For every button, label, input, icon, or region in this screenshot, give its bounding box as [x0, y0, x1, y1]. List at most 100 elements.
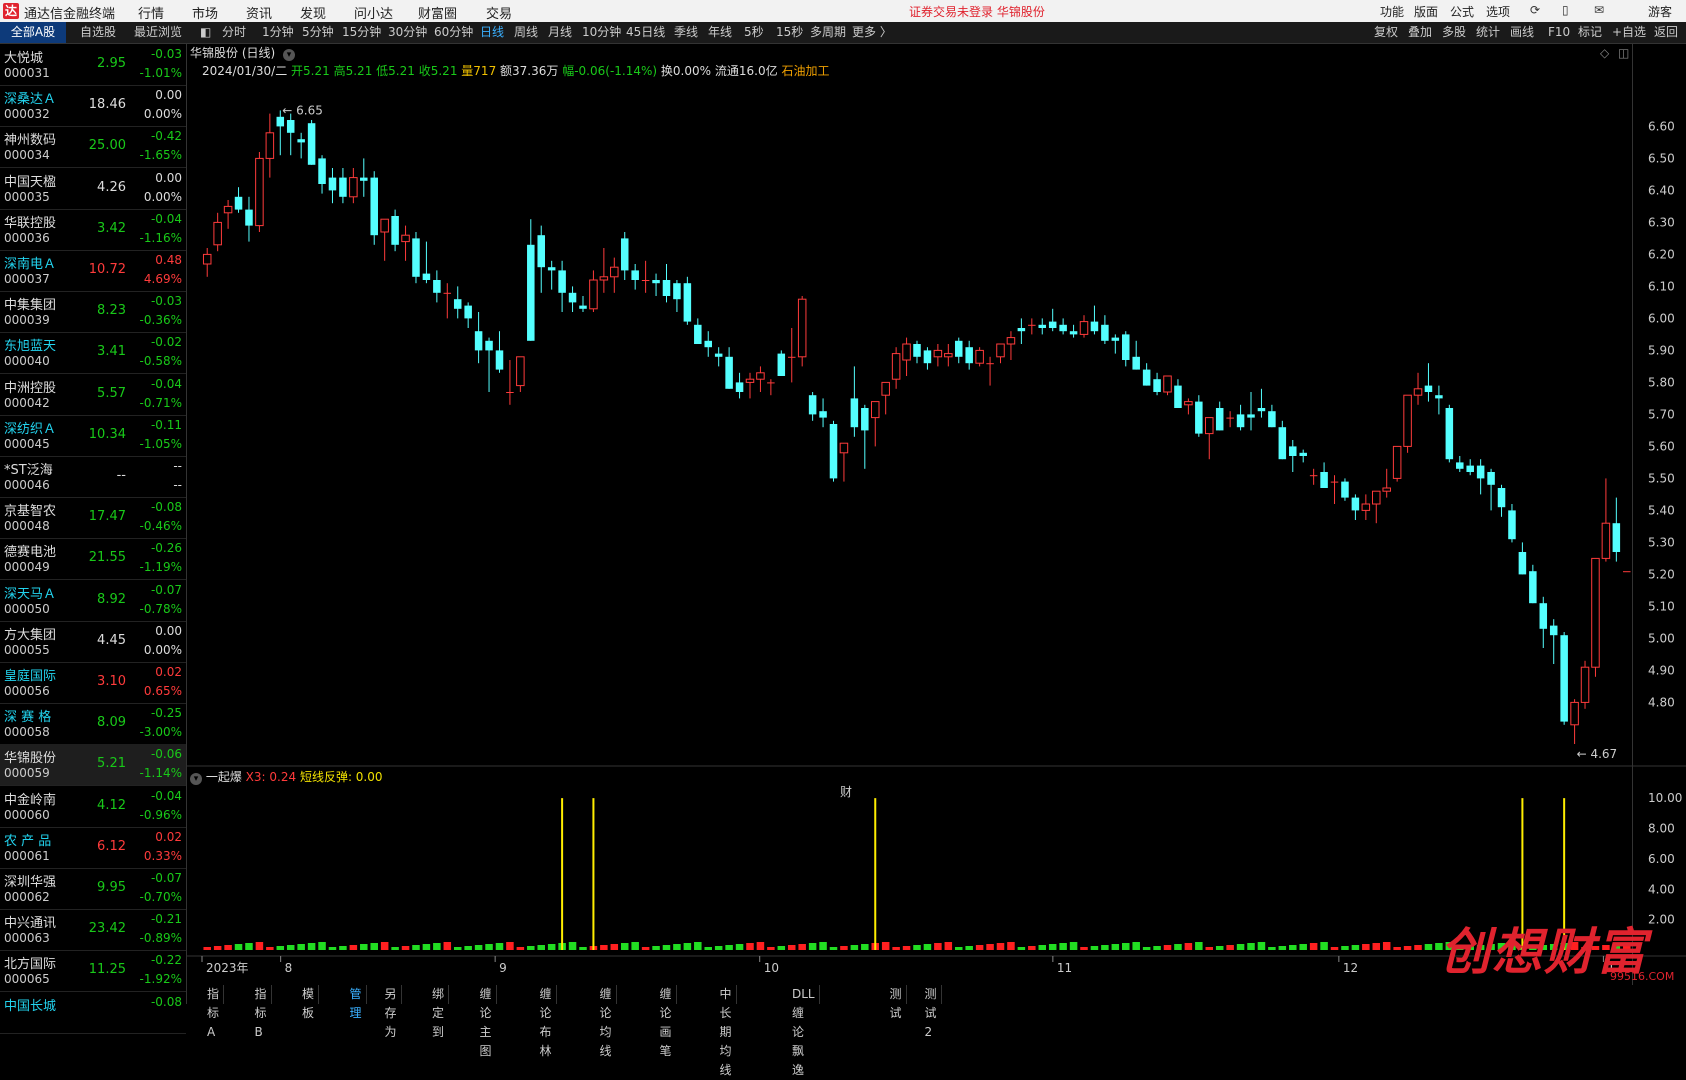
menu-wenxiaoda[interactable]: 问小达 [354, 3, 393, 22]
period-15min[interactable]: 15分钟 [342, 22, 381, 43]
stock-row[interactable]: 深桑达Ａ 000032 18.46 0.00 0.00% [0, 85, 186, 128]
stock-row[interactable]: 中集集团 000039 8.23 -0.03 -0.36% [0, 291, 186, 334]
menu-zixun[interactable]: 资讯 [246, 3, 272, 22]
stock-row[interactable]: 中国天楹 000035 4.26 0.00 0.00% [0, 168, 186, 210]
tab-all-a-shares[interactable]: 全部A股 [0, 22, 66, 43]
stock-row[interactable]: 中洲控股 000042 5.57 -0.04 -0.71% [0, 374, 186, 416]
bottom-tab[interactable]: 缠论布林 [536, 985, 557, 1058]
tool-biaoji[interactable]: 标记 [1578, 22, 1602, 43]
period-yearly[interactable]: 年线 [708, 22, 732, 43]
stock-row[interactable]: 北方国际 000065 11.25 -0.22 -1.92% [0, 950, 186, 993]
stock-row[interactable]: 深 赛 格 000058 8.09 -0.25 -3.00% [0, 703, 186, 746]
tool-diejia[interactable]: 叠加 [1408, 22, 1432, 43]
stock-name: 中国长城 [4, 998, 57, 1014]
period-multi[interactable]: 多周期 [810, 22, 846, 43]
menu-hangqing[interactable]: 行情 [138, 3, 164, 22]
candle-body [1101, 324, 1109, 341]
chevron-down-icon[interactable]: ▾ [190, 773, 202, 785]
stock-row[interactable]: 农 产 品 000061 6.12 0.02 0.33% [0, 827, 186, 869]
tab-watchlist[interactable]: 自选股 [70, 22, 126, 43]
indicator-bar [725, 945, 733, 950]
indicator-bar [1236, 944, 1245, 950]
period-5min[interactable]: 5分钟 [302, 22, 334, 43]
bottom-tab[interactable]: 测试 [886, 985, 907, 1020]
stock-row[interactable]: 东旭蓝天 000040 3.41 -0.02 -0.58% [0, 332, 186, 375]
bottom-tab[interactable]: 管理 [346, 985, 367, 1020]
quote-sector[interactable]: 石油加工 [781, 64, 829, 78]
stock-percent: -3.00% [139, 725, 182, 740]
period-10min[interactable]: 10分钟 [582, 22, 621, 43]
stock-row[interactable]: 深天马Ａ 000050 8.92 -0.07 -0.78% [0, 580, 186, 622]
bottom-tab[interactable]: 中长期均线 [716, 985, 737, 1077]
period-60min[interactable]: 60分钟 [434, 22, 473, 43]
stock-row[interactable]: 皇庭国际 000056 3.10 0.02 0.65% [0, 662, 186, 704]
tool-add-watchlist[interactable]: +自选 [1612, 22, 1646, 43]
stock-row[interactable]: 深纺织Ａ 000045 10.34 -0.11 -1.05% [0, 415, 186, 457]
stock-row[interactable]: 中国长城 -0.08 [0, 992, 186, 1034]
stock-row[interactable]: *ST泛海 000046 -- -- -- [0, 456, 186, 498]
panel-toggle-icon[interactable]: ◧ [200, 22, 211, 43]
bottom-tab[interactable]: 缠论主图 [476, 985, 497, 1058]
kline-chart[interactable]: 6.60 6.50 6.40 6.30 6.20 6.10 6.00 5.90 5.80 5.70… [186, 44, 1686, 985]
period-1min[interactable]: 1分钟 [262, 22, 294, 43]
mail-icon[interactable]: ✉ [1594, 3, 1604, 17]
tool-f10[interactable]: F10 [1548, 22, 1570, 43]
stock-row[interactable]: 方大集团 000055 4.45 0.00 0.00% [0, 621, 186, 663]
period-5sec[interactable]: 5秒 [744, 22, 764, 43]
period-quarterly[interactable]: 季线 [674, 22, 698, 43]
chevron-down-icon[interactable]: ▾ [283, 49, 296, 61]
tool-huaxian[interactable]: 画线 [1510, 22, 1534, 43]
menu-gongshi[interactable]: 公式 [1450, 3, 1474, 20]
stock-row[interactable]: 京基智农 000048 17.47 -0.08 -0.46% [0, 497, 186, 540]
menu-jiaoyi[interactable]: 交易 [486, 3, 512, 22]
period-daily[interactable]: 日线 [480, 22, 504, 43]
bottom-tab[interactable]: 指标A [203, 985, 225, 1039]
stock-percent: -0.70% [139, 890, 182, 904]
bottom-tab[interactable]: 测试2 [921, 985, 942, 1039]
bottom-tab[interactable]: 绑定到 [428, 985, 450, 1039]
stock-row[interactable]: 中兴通讯 000063 23.42 -0.21 -0.89% [0, 909, 186, 952]
menu-xuanxiang[interactable]: 选项 [1486, 3, 1510, 20]
period-weekly[interactable]: 周线 [514, 22, 538, 43]
tool-duogu[interactable]: 多股 [1442, 22, 1466, 43]
bottom-tab[interactable]: 另存为 [381, 985, 402, 1039]
bottom-tab[interactable]: 缠论画笔 [656, 985, 677, 1058]
refresh-icon[interactable]: ⟳ [1530, 3, 1540, 17]
candle-body [464, 305, 472, 319]
bottom-tab[interactable]: DLL缠论飘逸 [788, 985, 820, 1077]
period-fenshi[interactable]: 分时 [222, 22, 246, 43]
stock-row[interactable]: 华联控股 000036 3.42 -0.04 -1.16% [0, 209, 186, 251]
period-more[interactable]: 更多 〉 [852, 22, 892, 43]
period-30min[interactable]: 30分钟 [388, 22, 427, 43]
stock-row[interactable]: 华锦股份 000059 5.21 -0.06 -1.14% [0, 744, 186, 787]
period-15sec[interactable]: 15秒 [776, 22, 803, 43]
bottom-tab[interactable]: 缠论均线 [596, 985, 617, 1058]
menu-banmian[interactable]: 版面 [1414, 3, 1438, 20]
tool-back[interactable]: 返回 [1654, 22, 1678, 43]
stock-row[interactable]: 中金岭南 000060 4.12 -0.04 -0.96% [0, 786, 186, 828]
bottom-tab[interactable]: 指标B [251, 985, 272, 1039]
phone-icon[interactable]: ▯ [1562, 3, 1569, 17]
diamond-icon[interactable]: ◇ [1600, 46, 1609, 60]
layout-icon[interactable]: ◫ [1618, 46, 1629, 60]
menu-youke[interactable]: 游客 [1648, 3, 1672, 20]
login-warning[interactable]: 证券交易未登录 华锦股份 [909, 3, 1045, 20]
menu-shichang[interactable]: 市场 [192, 3, 218, 22]
period-monthly[interactable]: 月线 [548, 22, 572, 43]
stock-row[interactable]: 德赛电池 000049 21.55 -0.26 -1.19% [0, 538, 186, 581]
period-45day[interactable]: 45日线 [626, 22, 665, 43]
stock-row[interactable]: 深圳华强 000062 9.95 -0.07 -0.70% [0, 868, 186, 910]
tool-fuquan[interactable]: 复权 [1374, 22, 1398, 43]
menu-gongneng[interactable]: 功能 [1380, 3, 1404, 20]
stock-row[interactable]: 深南电Ａ 000037 10.72 0.48 4.69% [0, 250, 186, 292]
candle-body [694, 324, 702, 344]
menu-faxian[interactable]: 发现 [300, 3, 326, 22]
tool-tongji[interactable]: 统计 [1476, 22, 1500, 43]
tab-recent[interactable]: 最近浏览 [130, 22, 186, 43]
stock-row[interactable]: 神州数码 000034 25.00 -0.42 -1.65% [0, 126, 186, 169]
stock-row[interactable]: 大悦城 000031 2.95 -0.03 -1.01% [0, 44, 186, 86]
stock-code: 000065 [4, 972, 50, 987]
menu-caifuquan[interactable]: 财富圈 [418, 3, 457, 22]
bottom-tab[interactable]: 模 板 [298, 985, 320, 1020]
stock-change: 0.48 [155, 253, 182, 267]
